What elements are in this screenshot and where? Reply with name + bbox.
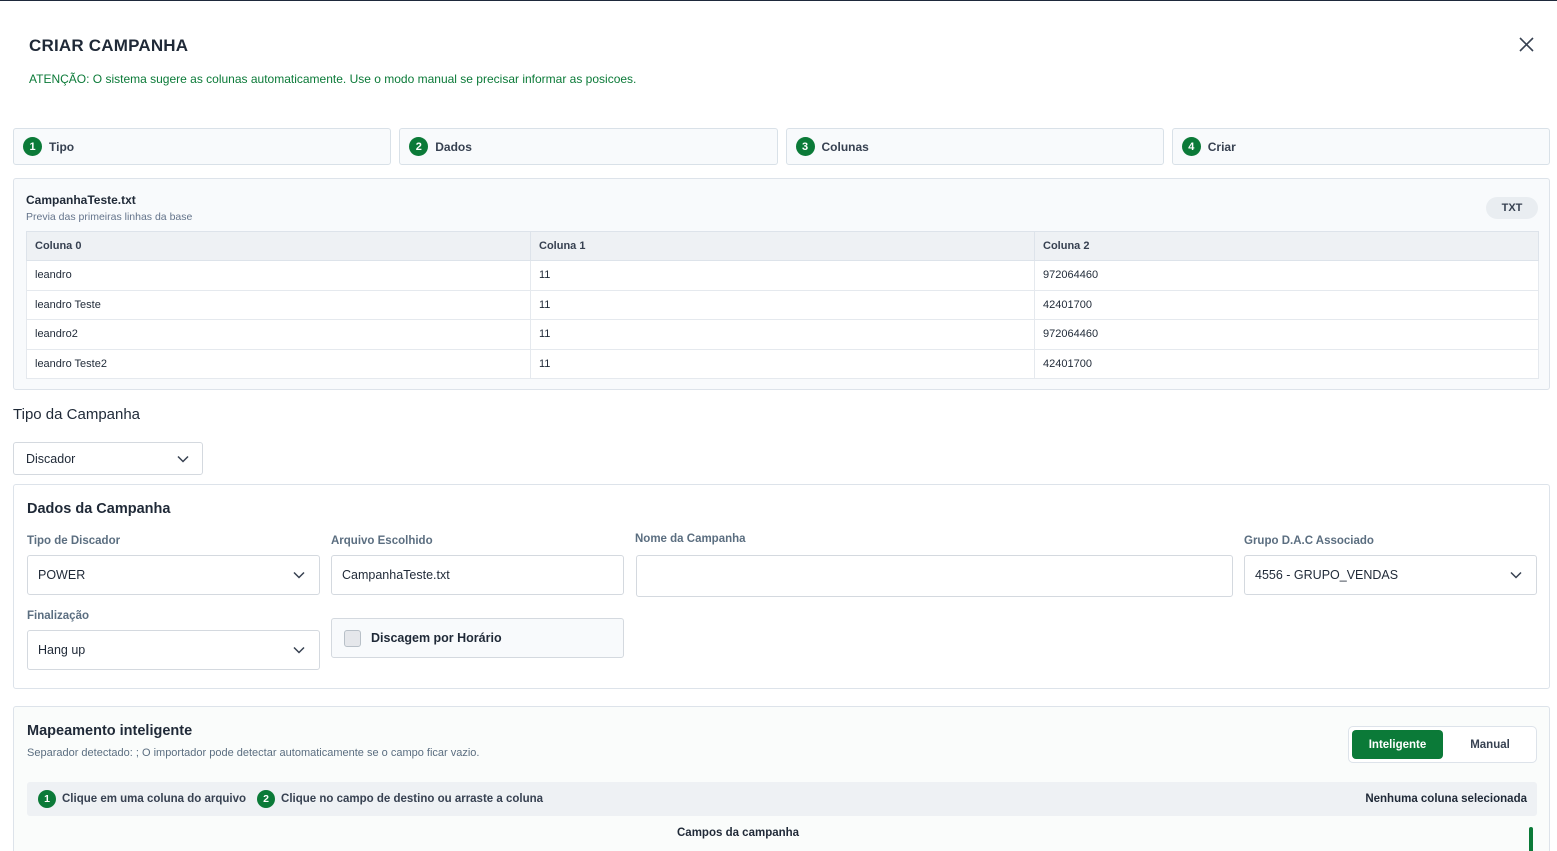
hint-text: Clique no campo de destino ou arraste a … <box>281 793 544 805</box>
section-title: Mapeamento inteligente <box>27 723 193 739</box>
table-row: leandro 11 972064460 <box>26 260 1539 291</box>
table-cell: leandro2 <box>26 319 531 350</box>
step-tipo[interactable]: 1 Tipo <box>13 128 392 165</box>
select-value: 4556 - GRUPO_VENDAS <box>1255 568 1399 582</box>
table-cell: 11 <box>530 319 1035 350</box>
campos-title: Campos da campanha <box>677 827 800 839</box>
tipo-discador-select[interactable]: POWER <box>27 555 320 595</box>
chevron-down-icon <box>1510 571 1522 579</box>
hint-number: 1 <box>38 790 56 808</box>
step-label: Dados <box>435 139 472 154</box>
dados-campanha-panel: Dados da Campanha Tipo de Discador POWER… <box>13 484 1550 689</box>
step-criar[interactable]: 4 Criar <box>1171 128 1550 165</box>
step-label: Criar <box>1207 139 1236 154</box>
top-border <box>0 0 1557 1</box>
grupo-dac-select[interactable]: 4556 - GRUPO_VENDAS <box>1244 555 1537 595</box>
hint-number: 2 <box>257 790 276 808</box>
file-preview-panel: CampanhaTeste.txt Previa das primeiras l… <box>13 178 1550 390</box>
table-cell: 11 <box>530 260 1035 291</box>
table-cell: 11 <box>530 348 1035 379</box>
step-dados[interactable]: 2 Dados <box>399 128 778 165</box>
section-title: Dados da Campanha <box>27 501 171 517</box>
step-number: 3 <box>795 137 815 156</box>
tipo-discador-label: Tipo de Discador <box>27 535 121 547</box>
mapping-mode-toggle: Inteligente Manual <box>1348 726 1537 763</box>
select-value: POWER <box>38 568 86 582</box>
table-row: leandro Teste2 11 42401700 <box>26 348 1539 379</box>
discagem-horario-checkbox[interactable] <box>344 629 361 647</box>
finalizacao-select[interactable]: Hang up <box>27 630 320 670</box>
selection-status: Nenhuma coluna selecionada <box>1365 793 1527 805</box>
table-row: leandro2 11 972064460 <box>26 319 1539 350</box>
modal-title: CRIAR CAMPANHA <box>29 36 189 55</box>
file-type-badge: TXT <box>1486 197 1538 219</box>
grupo-dac-label: Grupo D.A.C Associado <box>1244 535 1374 547</box>
table-cell: leandro Teste <box>26 289 531 320</box>
table-cell: 42401700 <box>1034 289 1539 320</box>
tipo-campanha-select[interactable]: Discador <box>13 442 203 475</box>
column-header: Coluna 0 <box>26 231 531 261</box>
select-value: Hang up <box>38 643 86 657</box>
mapping-instructions: 1 Clique em uma coluna do arquivo 2 Cliq… <box>27 782 1537 816</box>
table-cell: leandro Teste2 <box>26 348 531 379</box>
attention-notice: ATENÇÃO: O sistema sugere as colunas aut… <box>29 72 637 86</box>
table-cell: 972064460 <box>1034 319 1539 350</box>
hint-text: Clique em uma coluna do arquivo <box>62 793 247 805</box>
table-cell: 42401700 <box>1034 348 1539 379</box>
chevron-down-icon <box>177 455 189 463</box>
nome-campanha-label: Nome da Campanha <box>635 533 746 545</box>
chevron-down-icon <box>293 571 305 579</box>
table-row: leandro Teste 11 42401700 <box>26 289 1539 320</box>
file-preview-subtitle: Previa das primeiras linhas da base <box>26 211 193 223</box>
table-cell: leandro <box>26 260 531 291</box>
arquivo-label: Arquivo Escolhido <box>331 535 433 547</box>
file-name: CampanhaTeste.txt <box>26 193 136 207</box>
input-value: CampanhaTeste.txt <box>342 568 450 582</box>
step-colunas[interactable]: 3 Colunas <box>785 128 1164 165</box>
step-number: 1 <box>23 137 42 156</box>
table-cell: 972064460 <box>1034 260 1539 291</box>
nome-campanha-input[interactable] <box>636 555 1233 597</box>
scrollbar-thumb[interactable] <box>1529 827 1533 851</box>
step-number: 2 <box>409 137 429 156</box>
column-header: Coluna 2 <box>1034 231 1539 261</box>
select-value: Discador <box>26 451 76 466</box>
mode-manual-button[interactable]: Manual <box>1446 730 1534 759</box>
mode-inteligente-button[interactable]: Inteligente <box>1352 730 1443 759</box>
close-icon <box>1518 36 1534 52</box>
arquivo-field[interactable]: CampanhaTeste.txt <box>331 555 624 595</box>
column-header: Coluna 1 <box>530 231 1035 261</box>
step-number: 4 <box>1181 137 1201 156</box>
table-cell: 11 <box>530 289 1035 320</box>
separator-info: Separador detectado: ; O importador pode… <box>27 747 480 759</box>
preview-table: Coluna 0 Coluna 1 Coluna 2 leandro 11 97… <box>26 231 1539 379</box>
checkbox-label: Discagem por Horário <box>371 631 502 645</box>
finalizacao-label: Finalização <box>27 610 89 622</box>
step-label: Tipo <box>49 139 75 154</box>
tipo-campanha-label: Tipo da Campanha <box>13 406 141 423</box>
discagem-horario-option[interactable]: Discagem por Horário <box>331 618 624 658</box>
wizard-steps: 1 Tipo 2 Dados 3 Colunas 4 Criar <box>13 128 1550 165</box>
close-button[interactable] <box>1514 32 1538 56</box>
table-header-row: Coluna 0 Coluna 1 Coluna 2 <box>26 231 1539 261</box>
step-label: Colunas <box>821 139 869 154</box>
chevron-down-icon <box>293 646 305 654</box>
mapeamento-panel: Mapeamento inteligente Separador detecta… <box>13 706 1550 851</box>
